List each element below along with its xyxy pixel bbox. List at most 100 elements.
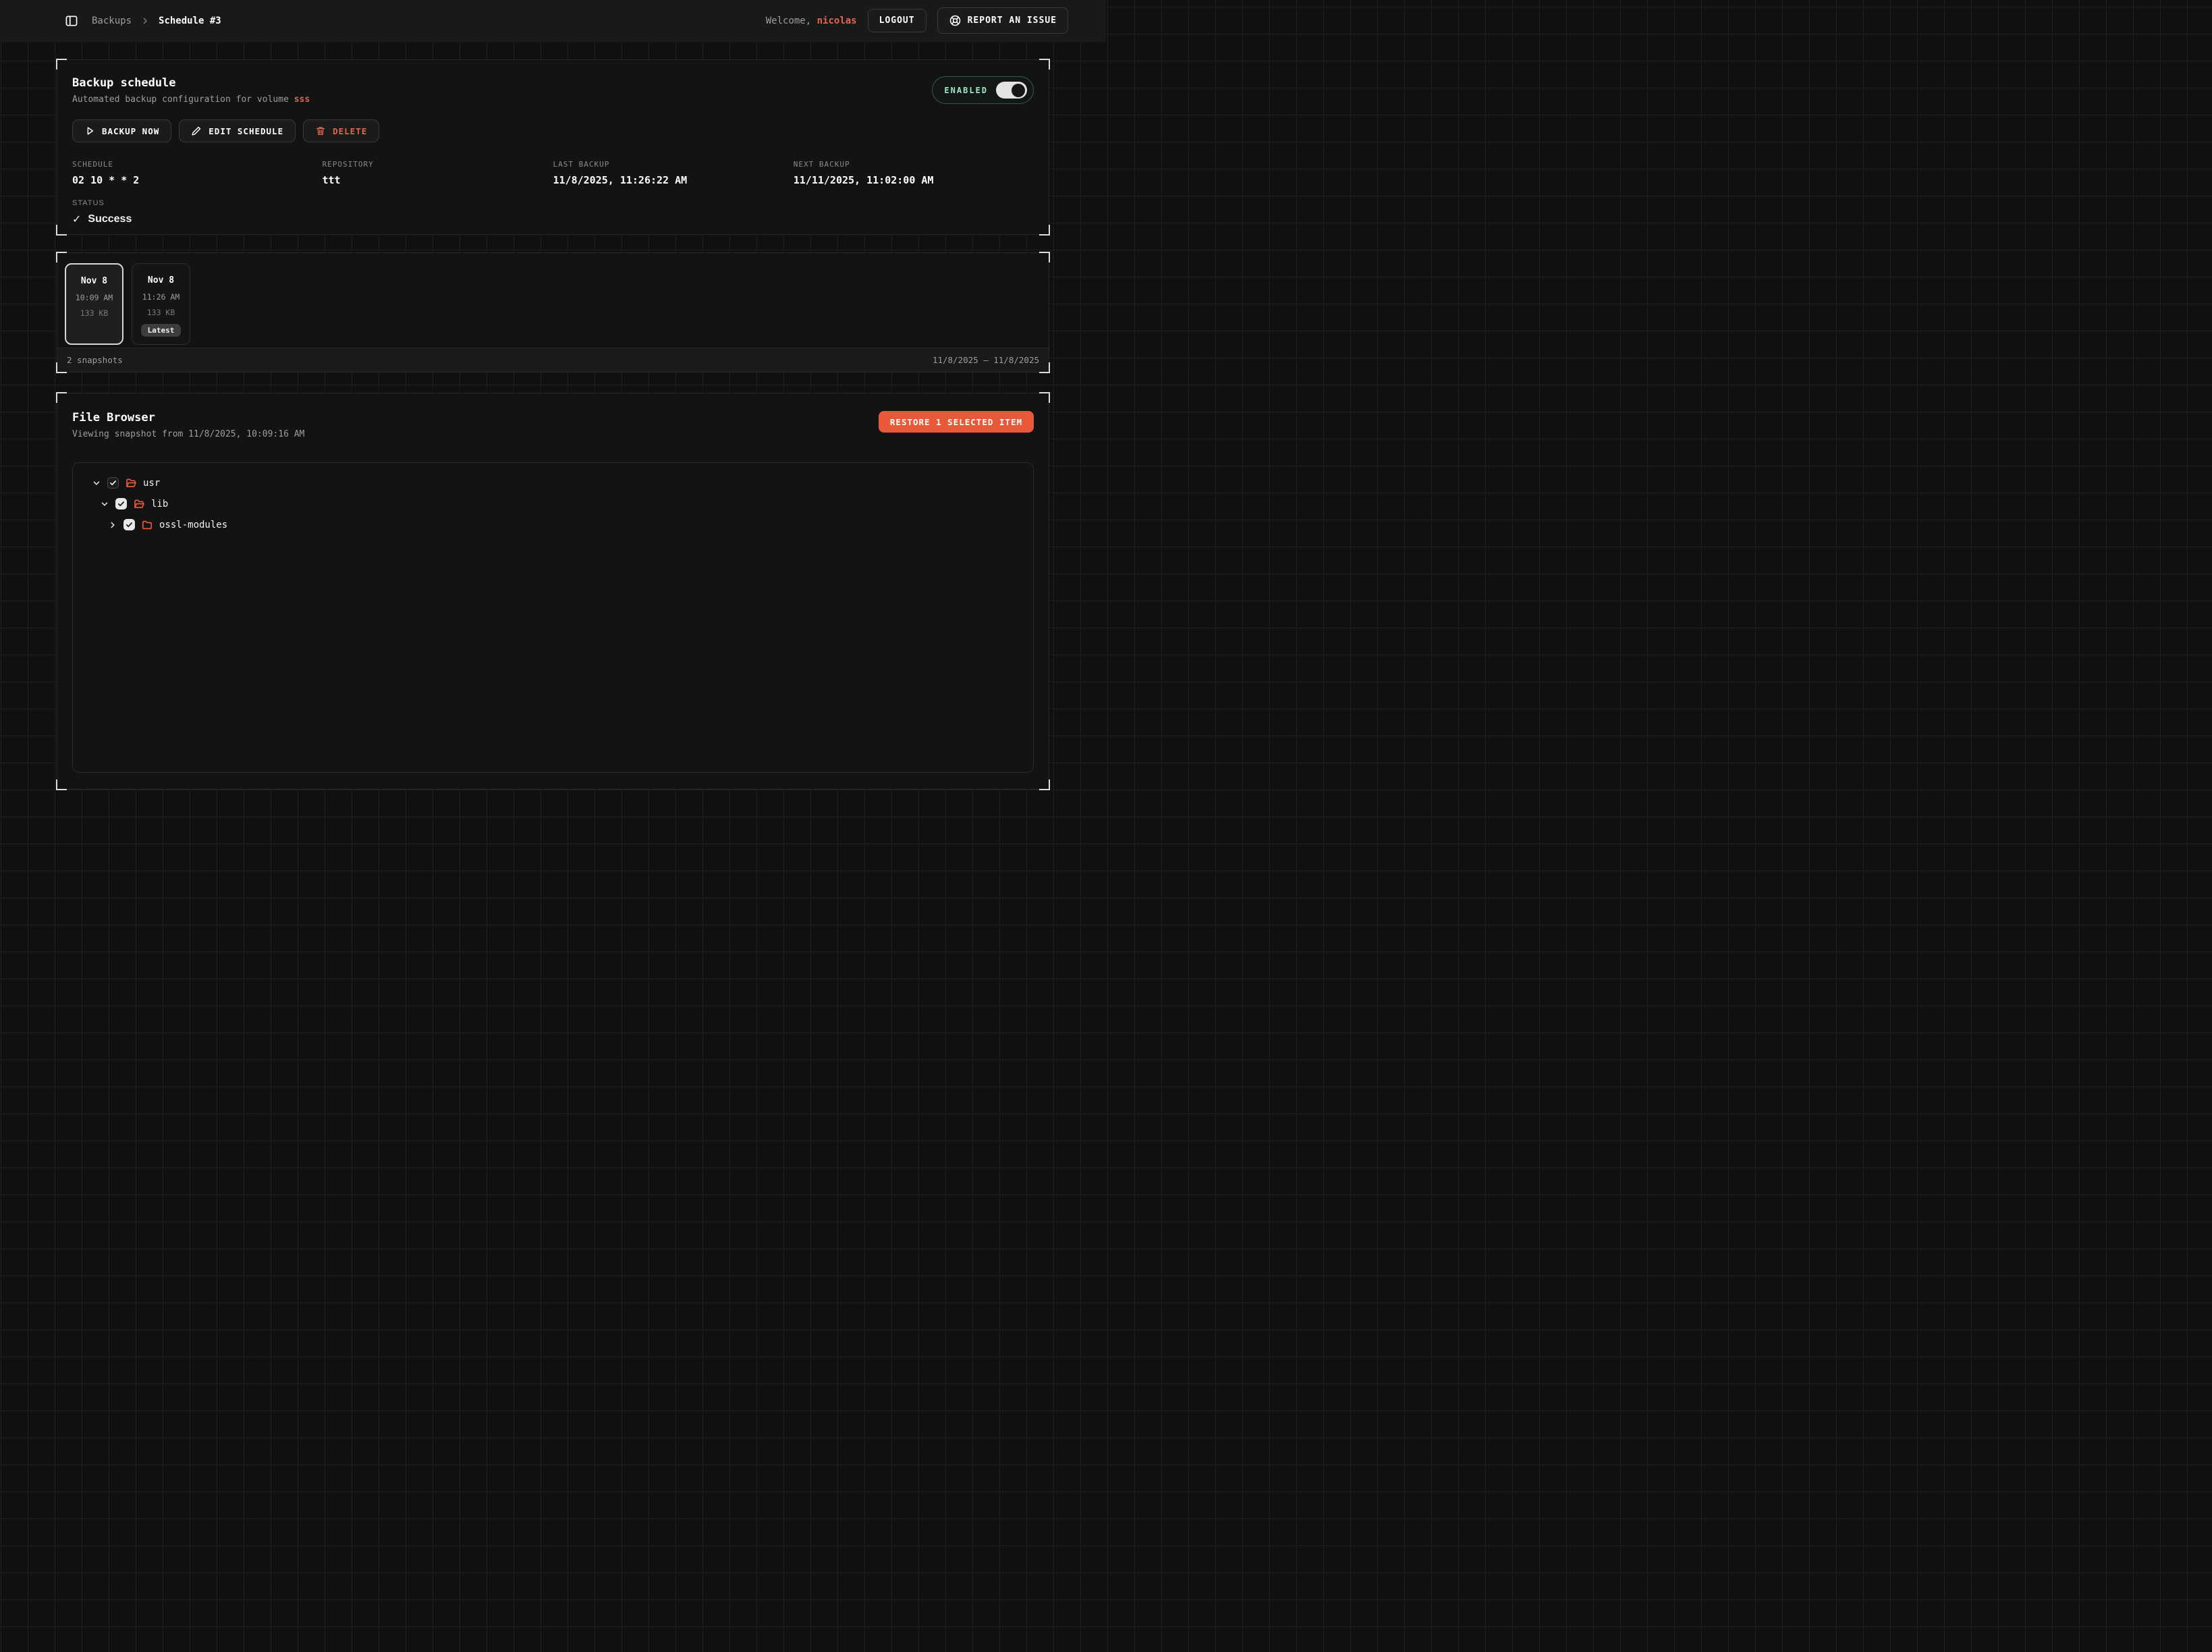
panel-left-icon [65,14,78,28]
corner-bracket [1039,225,1050,236]
schedule-actions: BACKUP NOW EDIT SCHEDULE DELETE [72,119,1034,142]
toggle-knob [1012,84,1025,97]
backup-now-button[interactable]: BACKUP NOW [72,119,171,142]
delete-label: DELETE [333,126,367,136]
folder-icon [141,519,153,531]
check-icon: ✓ [72,213,81,226]
edit-schedule-label: EDIT SCHEDULE [209,126,283,136]
file-tree: usr lib [72,462,1034,773]
field-schedule: SCHEDULE 02 10 * * 2 [72,160,323,186]
sidebar-toggle-button[interactable] [65,14,78,28]
field-value: 02 10 * * 2 [72,174,323,186]
corner-bracket [56,362,67,373]
snapshots-panel: Nov 8 10:09 AM 133 KB Nov 8 11:26 AM 133… [57,252,1049,373]
report-issue-button[interactable]: REPORT AN ISSUE [937,7,1068,34]
enabled-label: ENABLED [944,86,988,95]
volume-name: sss [294,94,310,105]
restore-selected-button[interactable]: RESTORE 1 SELECTED ITEM [879,411,1034,433]
trash-icon [315,126,326,136]
field-value: ttt [323,174,553,186]
field-label: NEXT BACKUP [794,160,1034,169]
breadcrumb: Backups Schedule #3 [92,16,221,26]
corner-bracket [56,392,67,403]
corner-bracket [56,59,67,70]
field-label: LAST BACKUP [553,160,794,169]
tree-row-ossl-modules[interactable]: ossl-modules [84,514,1022,535]
checkbox-lib[interactable] [115,498,127,510]
field-last-backup: LAST BACKUP 11/8/2025, 11:26:22 AM [553,160,794,186]
welcome-text: Welcome, nicolas [766,16,857,26]
snapshot-card-list: Nov 8 10:09 AM 133 KB Nov 8 11:26 AM 133… [57,253,1049,348]
snapshot-date: Nov 8 [81,276,107,286]
logout-button[interactable]: LOGOUT [868,9,927,32]
field-status: STATUS ✓ Success [72,199,323,226]
folder-open-icon [133,498,145,510]
schedule-header: Backup schedule Automated backup configu… [72,76,310,105]
snapshot-size: 133 KB [80,308,109,318]
corner-bracket [1039,779,1050,790]
welcome-prefix: Welcome, [766,16,811,26]
username: nicolas [817,16,857,26]
breadcrumb-section[interactable]: Backups [92,16,132,26]
panel-subtitle: Viewing snapshot from 11/8/2025, 10:09:1… [72,429,304,439]
tree-row-usr[interactable]: usr [84,472,1022,493]
field-next-backup: NEXT BACKUP 11/11/2025, 11:02:00 AM [794,160,1034,186]
field-value: 11/8/2025, 11:26:22 AM [553,174,794,186]
edit-schedule-button[interactable]: EDIT SCHEDULE [179,119,296,142]
logout-label: LOGOUT [879,16,915,26]
corner-bracket [56,779,67,790]
field-label: STATUS [72,199,323,207]
subtitle-prefix: Automated backup configuration for volum… [72,94,294,105]
snapshot-date-range: 11/8/2025 – 11/8/2025 [933,355,1039,365]
status-text: Success [88,213,132,225]
snapshots-footer: 2 snapshots 11/8/2025 – 11/8/2025 [57,348,1049,372]
tree-item-label: usr [143,478,160,489]
checkbox-usr[interactable] [107,477,119,489]
topbar: Backups Schedule #3 Welcome, nicolas LOG… [0,0,1106,42]
snapshot-time: 11:26 AM [142,292,179,302]
corner-bracket [1039,392,1050,403]
snapshot-count: 2 snapshots [67,355,123,365]
file-browser-header: File Browser Viewing snapshot from 11/8/… [72,411,304,439]
checkbox-ossl-modules[interactable] [123,519,135,530]
field-repository: REPOSITORY ttt [323,160,553,186]
play-icon [84,126,95,136]
chevron-right-icon [141,17,149,25]
corner-bracket [1039,252,1050,263]
corner-bracket [1039,59,1050,70]
snapshot-date: Nov 8 [148,275,174,285]
snapshot-time: 10:09 AM [76,293,113,302]
chevron-right-icon[interactable] [108,520,117,530]
topbar-right: Welcome, nicolas LOGOUT REPORT AN ISSUE [766,7,1068,34]
corner-bracket [56,225,67,236]
pencil-icon [191,126,202,136]
backup-schedule-panel: Backup schedule Automated backup configu… [57,59,1049,235]
breadcrumb-current: Schedule #3 [159,16,221,26]
backup-now-label: BACKUP NOW [102,126,159,136]
panel-title: Backup schedule [72,76,310,90]
tree-row-lib[interactable]: lib [84,493,1022,514]
corner-bracket [56,252,67,263]
field-label: REPOSITORY [323,160,553,169]
delete-button[interactable]: DELETE [303,119,379,142]
status-value: ✓ Success [72,213,323,226]
field-value: 11/11/2025, 11:02:00 AM [794,174,1034,186]
snapshot-size: 133 KB [147,308,175,317]
chevron-down-icon[interactable] [92,478,101,488]
panel-subtitle: Automated backup configuration for volum… [72,94,310,105]
file-browser-panel: File Browser Viewing snapshot from 11/8/… [57,393,1049,790]
panel-title: File Browser [72,411,304,424]
toggle-switch[interactable] [996,82,1027,99]
tree-item-label: lib [151,499,168,510]
field-label: SCHEDULE [72,160,323,169]
latest-badge: Latest [141,324,182,337]
snapshot-card[interactable]: Nov 8 11:26 AM 133 KB Latest [132,263,190,345]
chevron-down-icon[interactable] [100,499,109,509]
folder-open-icon [125,477,137,489]
corner-bracket [1039,362,1050,373]
snapshot-card-selected[interactable]: Nov 8 10:09 AM 133 KB [65,263,123,345]
lifebuoy-icon [949,14,962,27]
enabled-toggle[interactable]: ENABLED [932,76,1034,104]
report-issue-label: REPORT AN ISSUE [968,16,1057,26]
schedule-info-grid: SCHEDULE 02 10 * * 2 REPOSITORY ttt LAST… [72,160,1034,226]
